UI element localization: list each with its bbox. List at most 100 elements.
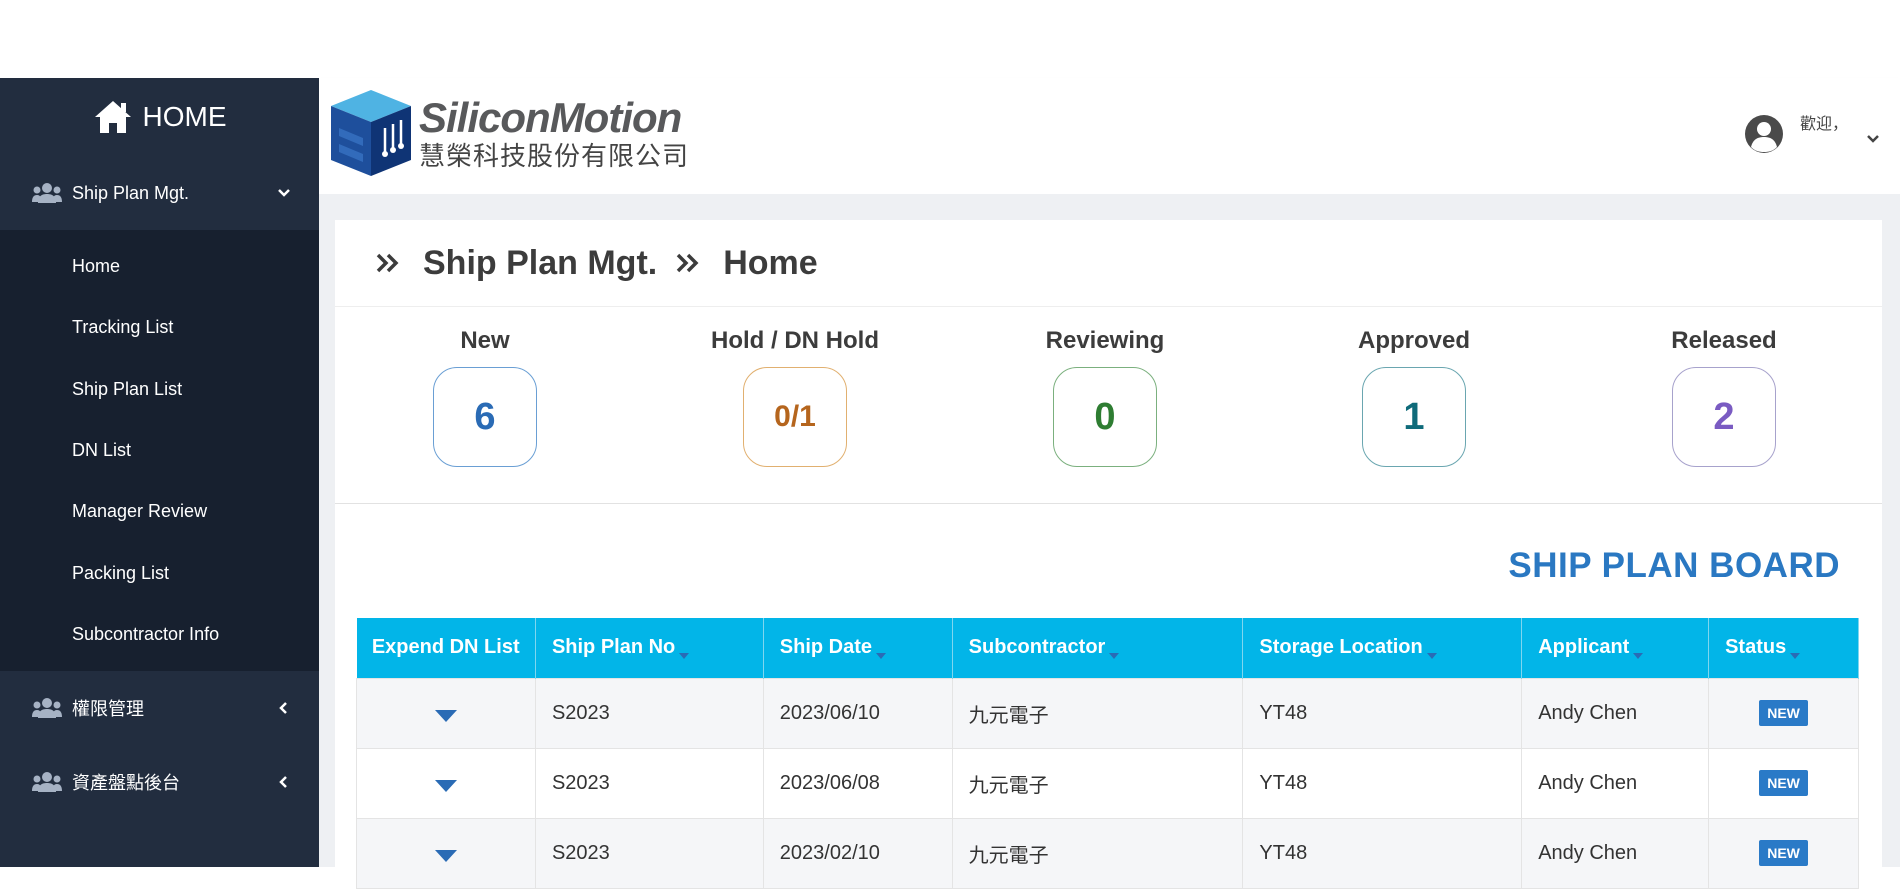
sidebar-group-ship-plan-mgt[interactable]: Ship Plan Mgt. (0, 156, 319, 230)
caret-down-icon[interactable] (434, 710, 457, 722)
breadcrumb: Ship Plan Mgt. Home (335, 220, 1882, 306)
stat-value: 2 (1672, 367, 1776, 467)
cell-status: NEW (1708, 677, 1859, 749)
sidebar-item-home[interactable]: Home (0, 236, 319, 297)
sort-caret-icon[interactable] (876, 653, 887, 660)
expand-cell (356, 677, 536, 749)
stat-hold[interactable]: Hold / DN Hold 0/1 (675, 327, 915, 467)
table-row: S2023 2023/06/10 九元電子 YT48 Andy Chen NEW (356, 677, 1859, 749)
sidebar-item-ship-plan-list[interactable]: Ship Plan List (0, 359, 319, 420)
stat-label: Released (1671, 327, 1777, 354)
sidebar-item-subcontractor-info[interactable]: Subcontractor Info (0, 604, 319, 665)
status-summary: New 6 Hold / DN Hold 0/1 Reviewing 0 App… (335, 306, 1882, 504)
expand-cell (356, 747, 536, 819)
stat-approved[interactable]: Approved 1 (1294, 327, 1534, 467)
sort-caret-icon[interactable] (1109, 653, 1120, 660)
column-header-applicant[interactable]: Applicant (1521, 618, 1710, 678)
sidebar-home-link[interactable]: HOME (0, 78, 319, 156)
sort-caret-icon[interactable] (1633, 653, 1644, 660)
chevron-left-icon (279, 776, 287, 788)
stat-label: Hold / DN Hold (711, 327, 879, 354)
sidebar-group-asset-inventory[interactable]: 資產盤點後台 (0, 745, 319, 819)
double-chevron-right-icon (676, 253, 699, 273)
column-header-ship-plan-no[interactable]: Ship Plan No (535, 618, 764, 678)
chevron-left-icon (279, 702, 287, 714)
column-header-status[interactable]: Status (1708, 618, 1859, 678)
column-header-ship-date[interactable]: Ship Date (763, 618, 953, 678)
sidebar-item-label: DN List (72, 440, 132, 461)
column-header-subcontractor[interactable]: Subcontractor (952, 618, 1244, 678)
company-logo[interactable]: SiliconMotion 慧榮科技股份有限公司 (329, 88, 689, 178)
table-row: S2023 2023/06/08 九元電子 YT48 Andy Chen NEW (356, 747, 1859, 819)
ship-plan-table: Expend DN List Ship Plan No Ship Date Su… (356, 618, 1859, 889)
cell-applicant: Andy Chen (1521, 747, 1710, 819)
column-header-expend-dn-list: Expend DN List (356, 618, 536, 678)
stat-label: Approved (1357, 327, 1470, 354)
home-icon (94, 101, 131, 133)
column-header-label: Storage Location (1259, 636, 1423, 659)
status-badge: NEW (1759, 840, 1808, 866)
stat-released[interactable]: Released 2 (1604, 327, 1844, 467)
sidebar-item-label: Manager Review (72, 501, 208, 522)
cell-ship-plan-no: S2023 (534, 817, 764, 889)
column-header-storage-location[interactable]: Storage Location (1242, 618, 1523, 678)
cell-storage-location: YT48 (1242, 677, 1523, 749)
cell-ship-plan-no: S2023 (534, 677, 764, 749)
sort-caret-icon[interactable] (1790, 653, 1801, 660)
stat-reviewing[interactable]: Reviewing 0 (985, 327, 1225, 467)
top-blank-area (0, 0, 1900, 78)
breadcrumb-section[interactable]: Ship Plan Mgt. (423, 244, 657, 283)
sidebar-item-dn-list[interactable]: DN List (0, 420, 319, 481)
sidebar-item-packing-list[interactable]: Packing List (0, 542, 319, 603)
sidebar-item-manager-review[interactable]: Manager Review (0, 481, 319, 542)
column-header-label: Ship Plan No (551, 636, 676, 659)
chevron-down-icon (1867, 135, 1879, 143)
cell-status: NEW (1708, 747, 1859, 819)
chevron-down-icon (278, 189, 290, 197)
stat-label: New (460, 327, 510, 354)
sidebar: HOME Ship Plan Mgt. Home Tracking List S… (0, 78, 319, 867)
top-header: SiliconMotion 慧榮科技股份有限公司 歡迎， (319, 78, 1900, 194)
user-menu[interactable]: 歡迎， (1744, 108, 1880, 154)
sidebar-home-label: HOME (142, 101, 227, 132)
status-badge: NEW (1759, 700, 1808, 726)
stat-value: 6 (433, 367, 537, 467)
cell-subcontractor: 九元電子 (951, 677, 1244, 749)
cell-applicant: Andy Chen (1521, 677, 1710, 749)
breadcrumb-page: Home (723, 243, 818, 282)
column-header-label: Subcontractor (968, 636, 1106, 659)
expand-cell (356, 817, 536, 889)
sidebar-item-tracking-list[interactable]: Tracking List (0, 297, 319, 358)
cell-ship-date: 2023/06/10 (762, 677, 953, 749)
cell-subcontractor: 九元電子 (951, 747, 1244, 819)
sidebar-group-label: 權限管理 (72, 699, 144, 720)
cell-storage-location: YT48 (1242, 817, 1523, 889)
welcome-text: 歡迎， (1799, 116, 1848, 133)
ship-plan-board: SHIP PLAN BOARD Expend DN List Ship Plan… (335, 504, 1882, 889)
stat-label: Reviewing (1045, 327, 1165, 354)
table-row: S2023 2023/02/10 九元電子 YT48 Andy Chen NEW (356, 817, 1859, 889)
logo-chinese-text: 慧榮科技股份有限公司 (419, 141, 690, 171)
sidebar-item-label: Subcontractor Info (72, 623, 220, 644)
column-header-label: Applicant (1538, 636, 1630, 659)
cell-ship-date: 2023/06/08 (762, 747, 953, 819)
sort-caret-icon[interactable] (679, 653, 690, 660)
sidebar-item-label: Home (72, 256, 121, 277)
logo-english-text: SiliconMotion (419, 94, 682, 141)
users-icon (32, 772, 62, 793)
cell-status: NEW (1708, 817, 1859, 889)
table-header-row: Expend DN List Ship Plan No Ship Date Su… (356, 618, 1859, 678)
column-header-label: Ship Date (779, 636, 873, 659)
caret-down-icon[interactable] (434, 850, 457, 862)
sidebar-group-label: Ship Plan Mgt. (72, 182, 190, 203)
caret-down-icon[interactable] (434, 780, 457, 792)
logo-cube-icon (331, 90, 411, 176)
users-icon (32, 183, 62, 203)
sidebar-item-label: Tracking List (72, 317, 174, 338)
cell-ship-plan-no: S2023 (534, 747, 764, 819)
user-avatar-icon (1744, 115, 1783, 153)
sidebar-group-permissions[interactable]: 權限管理 (0, 671, 319, 745)
stat-new[interactable]: New 6 (365, 327, 605, 467)
sort-caret-icon[interactable] (1426, 653, 1437, 660)
sidebar-group-label: 資產盤點後台 (72, 773, 180, 794)
